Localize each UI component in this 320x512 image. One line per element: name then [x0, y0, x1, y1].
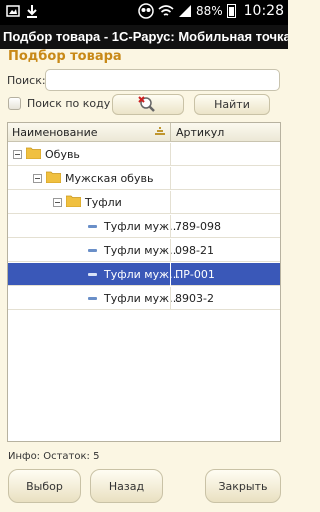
info-text: Инфо: Остаток: 5 — [8, 451, 100, 462]
column-divider — [170, 123, 171, 142]
back-button[interactable]: Назад — [90, 469, 163, 503]
table-header: Наименование Артикул — [8, 123, 280, 142]
table-row[interactable]: Обувь — [8, 143, 280, 166]
battery-percent: 88% — [195, 4, 223, 18]
find-button[interactable]: Найти — [194, 94, 270, 115]
row-name: Туфли муж… — [104, 268, 181, 281]
clear-search-button[interactable] — [112, 94, 184, 115]
row-name: Мужская обувь — [65, 172, 154, 185]
collapse-toggle[interactable] — [53, 198, 62, 207]
row-article: 789-098 — [175, 220, 221, 233]
download-notification-icon — [27, 5, 37, 18]
column-divider — [170, 215, 171, 238]
row-article: 098-21 — [175, 244, 214, 257]
form-title: Подбор товара — [8, 49, 122, 64]
item-icon — [88, 249, 97, 252]
image-notification-icon — [6, 5, 20, 17]
form-header: Подбор товара — [0, 49, 288, 66]
row-article: 8903-2 — [175, 292, 214, 305]
row-name: Обувь — [45, 148, 80, 161]
folder-icon — [26, 147, 41, 159]
wifi-icon — [158, 5, 174, 16]
table-row[interactable]: Мужская обувь — [8, 167, 280, 190]
item-icon — [88, 225, 97, 228]
status-bar: 88% 10:28 — [0, 0, 288, 25]
folder-icon — [66, 195, 81, 207]
search-by-code-label: Поиск по коду — [27, 97, 111, 110]
column-divider — [170, 167, 171, 190]
table-row[interactable]: Туфли муж… 098-21 — [8, 239, 280, 262]
search-by-code-checkbox[interactable] — [8, 97, 21, 110]
row-article: ПР-001 — [175, 268, 215, 281]
row-name: Туфли муж… — [104, 292, 181, 305]
table-row[interactable]: Туфли — [8, 191, 280, 214]
owl-icon — [138, 3, 154, 19]
row-name: Туфли — [85, 196, 122, 209]
signal-icon — [178, 5, 191, 17]
column-divider — [170, 191, 171, 214]
sort-icon[interactable] — [154, 127, 166, 137]
search-input[interactable] — [45, 69, 280, 91]
collapse-toggle[interactable] — [13, 150, 22, 159]
folder-icon — [46, 171, 61, 183]
battery-icon — [226, 4, 236, 18]
column-divider — [170, 143, 171, 166]
column-header-name[interactable]: Наименование — [12, 126, 97, 139]
collapse-toggle[interactable] — [33, 174, 42, 183]
table-row-selected[interactable]: Туфли муж… ПР-001 — [8, 263, 280, 286]
column-divider — [170, 287, 171, 310]
app-title: Подбор товара - 1С-Рарус: Мобильная точк… — [0, 25, 288, 49]
column-header-article[interactable]: Артикул — [176, 126, 224, 139]
select-button[interactable]: Выбор — [8, 469, 81, 503]
clock: 10:28 — [243, 3, 284, 19]
clear-search-icon — [138, 95, 155, 112]
table-row[interactable]: Туфли муж… 8903-2 — [8, 287, 280, 310]
row-name: Туфли муж… — [104, 220, 181, 233]
item-icon — [88, 273, 97, 276]
close-button[interactable]: Закрыть — [205, 469, 281, 503]
row-name: Туфли муж… — [104, 244, 181, 257]
column-divider — [170, 239, 171, 262]
item-icon — [88, 297, 97, 300]
column-divider — [170, 263, 171, 286]
search-label: Поиск: — [7, 74, 46, 87]
table-row[interactable]: Туфли муж… 789-098 — [8, 215, 280, 238]
product-tree-table: Наименование Артикул Обувь Мужская обувь — [7, 122, 281, 442]
